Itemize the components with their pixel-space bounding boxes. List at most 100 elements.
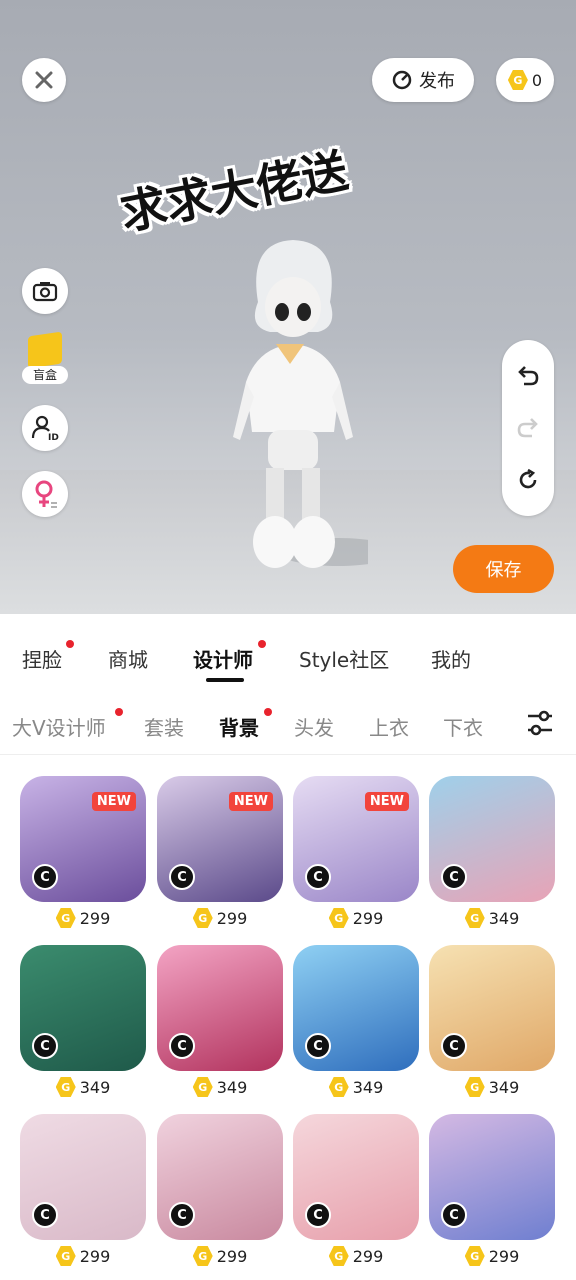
background-item[interactable]: C NEW xyxy=(293,776,419,902)
item-price: G 299 xyxy=(20,1246,146,1266)
creator-badge-icon: C xyxy=(441,864,467,890)
camera-button[interactable] xyxy=(22,268,68,314)
save-button[interactable]: 保存 xyxy=(453,545,554,593)
reset-icon[interactable] xyxy=(516,468,540,492)
background-item[interactable]: C xyxy=(293,945,419,1071)
background-item[interactable]: C xyxy=(157,1114,283,1240)
close-icon xyxy=(35,71,53,89)
coin-icon: G xyxy=(192,1246,213,1266)
price-value: 299 xyxy=(79,1246,111,1266)
item-price: G 299 xyxy=(157,1246,283,1266)
creator-badge-icon: C xyxy=(32,864,58,890)
tab-big-v-designer[interactable]: 大V设计师 xyxy=(12,712,106,741)
price-value: 299 xyxy=(79,908,111,928)
item-price: G 299 xyxy=(157,908,283,928)
tab-bottom[interactable]: 下衣 xyxy=(443,712,483,741)
price-value: 349 xyxy=(488,908,520,928)
new-badge: NEW xyxy=(364,792,409,811)
publish-icon xyxy=(392,70,412,90)
background-item[interactable]: C xyxy=(20,1114,146,1240)
creator-badge-icon: C xyxy=(169,1202,195,1228)
avatar-id-icon: ID xyxy=(31,415,59,442)
item-price: G 299 xyxy=(20,908,146,928)
price-value: 349 xyxy=(488,1077,520,1097)
item-price: G 349 xyxy=(157,1077,283,1097)
coin-icon: G xyxy=(328,908,349,928)
creator-badge-icon: C xyxy=(32,1033,58,1059)
background-item[interactable]: C xyxy=(20,945,146,1071)
category-tabs: 大V设计师 套装 背景 头发 上衣 下衣 xyxy=(0,692,576,755)
avatar-id-button[interactable]: ID xyxy=(22,405,68,451)
main-tabs: 捏脸 商城 设计师 Style社区 我的 xyxy=(0,614,576,693)
close-button[interactable] xyxy=(22,58,66,102)
blind-box-label: 盲盒 xyxy=(22,366,68,384)
price-value: 349 xyxy=(216,1077,248,1097)
background-item[interactable]: C xyxy=(429,776,555,902)
price-value: 349 xyxy=(79,1077,111,1097)
creator-badge-icon: C xyxy=(441,1033,467,1059)
avatar-figure xyxy=(233,240,368,568)
blind-box-icon xyxy=(28,331,62,369)
price-value: 299 xyxy=(352,908,384,928)
save-label: 保存 xyxy=(485,560,522,581)
price-value: 299 xyxy=(216,908,248,928)
coin-balance[interactable]: G 0 xyxy=(496,58,554,102)
avatar-stage: 发布 G 0 求求大佬送 盲盒 ID 保存 xyxy=(0,0,576,614)
coin-icon: G xyxy=(55,1246,76,1266)
tab-outfit[interactable]: 套装 xyxy=(144,712,184,741)
notification-dot xyxy=(115,708,123,716)
undo-icon[interactable] xyxy=(516,364,540,388)
creator-badge-icon: C xyxy=(32,1202,58,1228)
active-tab-indicator xyxy=(206,678,244,682)
publish-button[interactable]: 发布 xyxy=(372,58,474,102)
gender-switch-button[interactable] xyxy=(22,471,68,517)
tab-mine[interactable]: 我的 xyxy=(431,644,471,673)
tab-background[interactable]: 背景 xyxy=(219,712,259,741)
item-price: G 299 xyxy=(293,1246,419,1266)
tab-style-community[interactable]: Style社区 xyxy=(299,644,389,673)
background-item[interactable]: C xyxy=(429,945,555,1071)
history-controls xyxy=(502,340,554,516)
tab-designer[interactable]: 设计师 xyxy=(193,644,253,673)
background-item[interactable]: C NEW xyxy=(157,776,283,902)
tab-face[interactable]: 捏脸 xyxy=(22,644,62,673)
price-value: 299 xyxy=(216,1246,248,1266)
new-badge: NEW xyxy=(228,792,273,811)
background-item[interactable]: C xyxy=(293,1114,419,1240)
background-item[interactable]: C NEW xyxy=(20,776,146,902)
creator-badge-icon: C xyxy=(305,1202,331,1228)
new-badge: NEW xyxy=(91,792,136,811)
tab-mall[interactable]: 商城 xyxy=(108,644,148,673)
coin-icon: G xyxy=(192,1077,213,1097)
creator-badge-icon: C xyxy=(305,1033,331,1059)
creator-badge-icon: C xyxy=(169,864,195,890)
item-price: G 349 xyxy=(429,1077,555,1097)
coin-icon: G xyxy=(464,908,485,928)
item-price: G 349 xyxy=(20,1077,146,1097)
notification-dot xyxy=(264,708,272,716)
coin-icon: G xyxy=(55,908,76,928)
camera-icon xyxy=(32,282,58,302)
notification-dot xyxy=(258,640,266,648)
item-price: G 299 xyxy=(293,908,419,928)
redo-icon[interactable] xyxy=(516,416,540,440)
female-icon xyxy=(35,480,57,508)
item-price: G 349 xyxy=(429,908,555,928)
filter-icon[interactable] xyxy=(526,710,554,736)
item-price: G 299 xyxy=(429,1246,555,1266)
coin-icon: G xyxy=(192,908,213,928)
svg-text:ID: ID xyxy=(48,433,59,442)
price-value: 299 xyxy=(488,1246,520,1266)
publish-label: 发布 xyxy=(419,71,455,92)
coin-icon: G xyxy=(464,1077,485,1097)
price-value: 349 xyxy=(352,1077,384,1097)
notification-dot xyxy=(66,640,74,648)
background-item[interactable]: C xyxy=(429,1114,555,1240)
caption-text: 求求大佬送 xyxy=(116,143,353,241)
blind-box-button[interactable]: 盲盒 xyxy=(22,331,68,384)
tab-top[interactable]: 上衣 xyxy=(369,712,409,741)
background-item[interactable]: C xyxy=(157,945,283,1071)
creator-badge-icon: C xyxy=(441,1202,467,1228)
tab-hair[interactable]: 头发 xyxy=(294,712,334,741)
creator-badge-icon: C xyxy=(305,864,331,890)
